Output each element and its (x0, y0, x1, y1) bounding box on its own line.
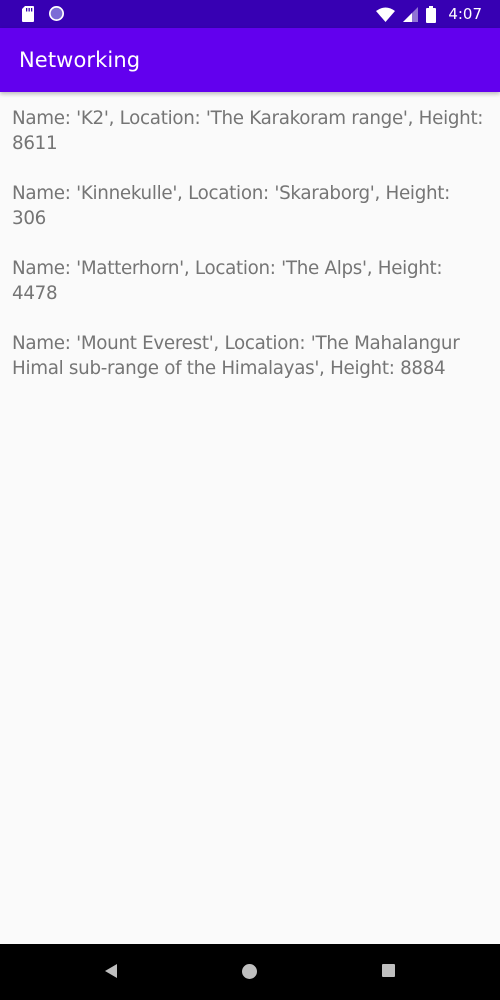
status-left-icons (22, 5, 65, 22)
sd-card-icon (22, 5, 34, 22)
list-item[interactable]: Name: 'Mount Everest', Location: 'The Ma… (12, 331, 488, 381)
recents-icon[interactable] (381, 963, 396, 978)
status-time: 4:07 (448, 5, 482, 23)
list-item[interactable]: Name: 'Kinnekulle', Location: 'Skaraborg… (12, 181, 488, 231)
mountain-list-container: Name: 'K2', Location: 'The Karakoram ran… (0, 92, 500, 406)
navigation-bar (0, 944, 500, 1000)
app-title: Networking (19, 48, 141, 72)
list-item[interactable]: Name: 'K2', Location: 'The Karakoram ran… (12, 106, 488, 156)
status-right-icons: 4:07 (376, 3, 482, 25)
list-item[interactable]: Name: 'Matterhorn', Location: 'The Alps'… (12, 256, 488, 306)
home-icon[interactable] (241, 963, 258, 980)
app-bar: Networking (0, 28, 500, 92)
notification-circle-icon (48, 5, 65, 22)
status-bar: 4:07 (0, 0, 500, 28)
back-icon[interactable] (103, 963, 119, 979)
cell-signal-icon (403, 6, 419, 22)
wifi-icon (376, 7, 396, 22)
battery-icon (426, 5, 437, 23)
mountain-list: Name: 'K2', Location: 'The Karakoram ran… (0, 92, 500, 381)
